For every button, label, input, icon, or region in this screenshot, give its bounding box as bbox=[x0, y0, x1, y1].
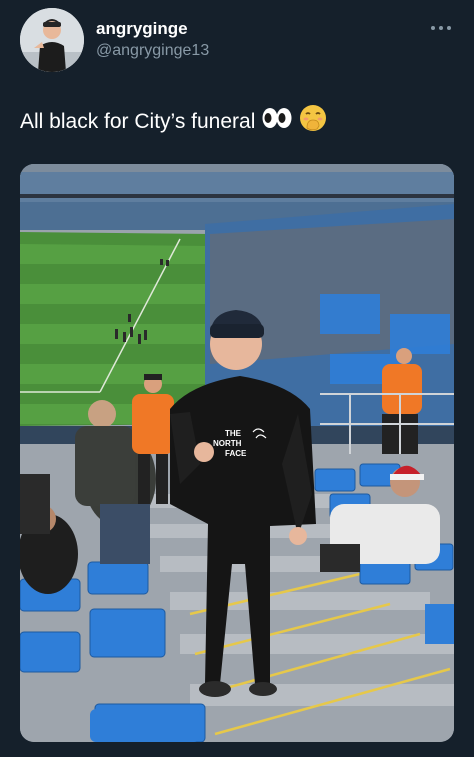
hand-over-mouth-emoji bbox=[299, 104, 327, 140]
jacket-logo-line2: NORTH bbox=[213, 439, 242, 448]
jacket-logo-line1: THE bbox=[225, 429, 242, 438]
tweet-photo[interactable]: THE NORTH FACE bbox=[20, 164, 454, 742]
more-options-icon[interactable] bbox=[426, 16, 456, 40]
eyes-emoji bbox=[261, 106, 293, 138]
author-handle[interactable]: @angryginge13 bbox=[96, 42, 209, 60]
tweet-text: All black for City’s funeral bbox=[20, 110, 256, 133]
jacket-logo-line3: FACE bbox=[225, 449, 247, 458]
author-display-name[interactable]: angryginge bbox=[96, 19, 188, 39]
tweet-text-row: All black for City’s funeral bbox=[20, 104, 460, 140]
tweet-header: angryginge @angryginge13 bbox=[0, 0, 474, 80]
avatar[interactable] bbox=[20, 8, 84, 72]
